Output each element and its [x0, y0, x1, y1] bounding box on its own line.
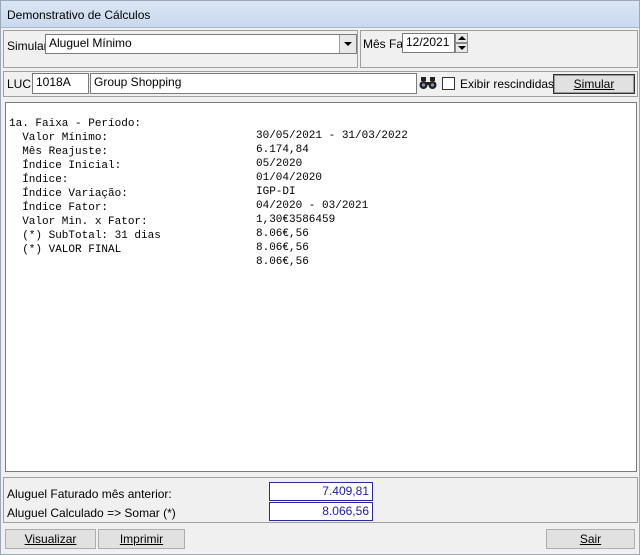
calc-window: Demonstrativo de Cálculos Simular Alugue… — [0, 0, 640, 555]
report-value: 6.174,84 — [256, 144, 309, 156]
faturado-value: 7.409,81 — [269, 482, 373, 501]
binoculars-icon[interactable] — [419, 74, 437, 92]
report-value: 8.06€,56 — [256, 228, 309, 240]
report-row: Valor Mínimo: 6.174,84 — [6, 120, 309, 156]
mes-fat-label: Mês Fat — [363, 37, 407, 51]
totals-panel: Aluguel Faturado mês anterior: 7.409,81 … — [3, 477, 638, 523]
report-row: Índice Variação: 04/2020 - 03/2021 — [6, 176, 368, 212]
exibir-rescindidas-checkbox[interactable] — [442, 77, 455, 90]
spin-down-icon[interactable] — [455, 43, 468, 53]
mes-fat-input[interactable]: 12/2021 — [402, 33, 455, 53]
sair-button-label: Sair — [579, 532, 602, 546]
visualizar-button-label: Visualizar — [24, 532, 77, 546]
report-row: 1a. Faixa - Período: 30/05/2021 - 31/03/… — [6, 106, 408, 142]
luc-panel: LUC 1018A Group Shopping Exibir rescindi… — [3, 71, 638, 97]
luc-label: LUC — [7, 77, 32, 91]
chevron-down-icon[interactable] — [339, 35, 356, 53]
sair-button[interactable]: Sair — [546, 529, 635, 549]
report-value: 8.06€,56 — [256, 256, 309, 268]
luc-code-input[interactable]: 1018A — [32, 73, 89, 94]
report-value: 01/04/2020 — [256, 172, 323, 184]
report-value: 1,30€3586459 — [256, 214, 336, 226]
imprimir-button[interactable]: Imprimir — [98, 529, 185, 549]
report-value: 8.06€,56 — [256, 242, 309, 254]
report-value: 05/2020 — [256, 158, 303, 170]
report-row: Índice: IGP-DI — [6, 162, 295, 198]
report-row: (*) VALOR FINAL 8.06€,56 — [6, 232, 309, 268]
report-value: 04/2020 - 03/2021 — [256, 200, 369, 212]
report-area[interactable]: 1a. Faixa - Período: 30/05/2021 - 31/03/… — [5, 102, 637, 472]
simular-selected-value: Aluguel Mínimo — [49, 36, 132, 50]
simular-button-label: Simular — [573, 77, 615, 91]
report-row: Índice Inicial: 01/04/2020 — [6, 148, 322, 184]
report-row: Mês Reajuste: 05/2020 — [6, 134, 302, 170]
report-row: Valor Min. x Fator: 8.06€,56 — [6, 204, 309, 240]
title-bar: Demonstrativo de Cálculos — [1, 1, 639, 28]
mes-fat-panel: Mês Fat 12/2021 — [360, 30, 638, 68]
report-key: (*) VALOR FINAL — [9, 244, 122, 256]
calculado-value: 8.066,56 — [269, 502, 373, 521]
faturado-label: Aluguel Faturado mês anterior: — [7, 487, 172, 501]
report-value: 30/05/2021 - 31/03/2022 — [256, 130, 408, 142]
visualizar-button[interactable]: Visualizar — [5, 529, 96, 549]
exibir-rescindidas-label: Exibir rescindidas — [460, 77, 555, 91]
luc-name-input[interactable]: Group Shopping — [90, 73, 417, 94]
report-row: Índice Fator: 1,30€3586459 — [6, 190, 335, 226]
spin-up-icon[interactable] — [455, 33, 468, 43]
report-row: (*) SubTotal: 31 dias 8.06€,56 — [6, 218, 309, 254]
calculado-label: Aluguel Calculado => Somar (*) — [7, 506, 176, 520]
simular-button[interactable]: Simular — [553, 74, 635, 94]
simular-label: Simular — [7, 39, 48, 53]
simular-panel: Simular Aluguel Mínimo — [3, 30, 358, 68]
imprimir-button-label: Imprimir — [119, 532, 164, 546]
simular-select[interactable]: Aluguel Mínimo — [45, 34, 357, 54]
window-title: Demonstrativo de Cálculos — [7, 8, 151, 22]
report-value: IGP-DI — [256, 186, 296, 198]
